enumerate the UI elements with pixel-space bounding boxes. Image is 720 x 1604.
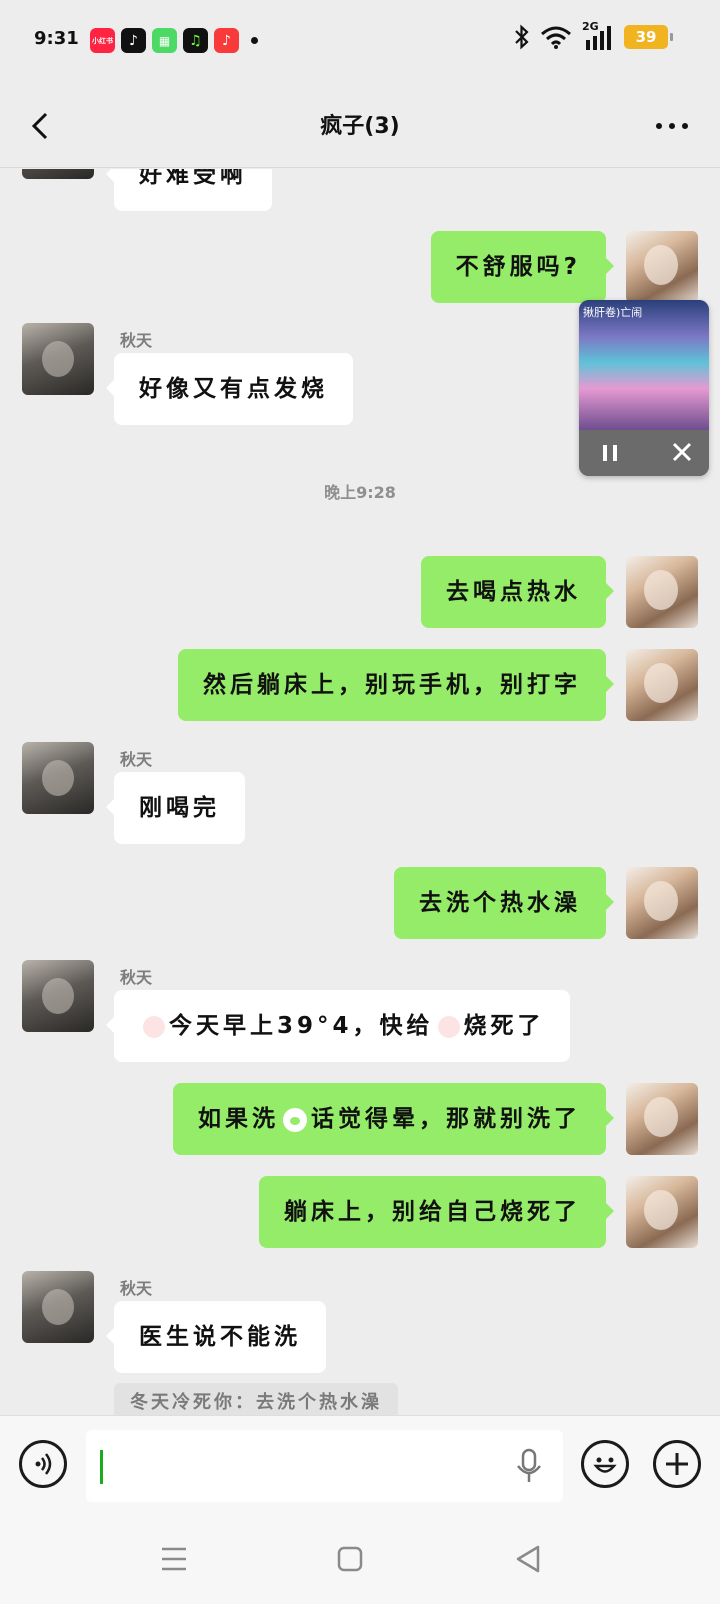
message-input-bar xyxy=(0,1415,720,1515)
tiktok-icon: ♪ xyxy=(121,28,146,53)
pause-button[interactable] xyxy=(597,440,623,466)
back-nav-button[interactable] xyxy=(508,1539,548,1579)
my-message-bubble[interactable]: 然后躺床上，别玩手机，别打字 xyxy=(178,649,614,721)
my-avatar[interactable] xyxy=(626,1083,698,1155)
notification-dot-icon xyxy=(251,37,258,44)
status-indicators: 2G 39 xyxy=(514,20,673,50)
my-message-bubble[interactable]: 去洗个热水澡 xyxy=(394,867,614,939)
message-text: 今天早上39°4，快给 xyxy=(169,1013,434,1039)
wifi-icon xyxy=(541,26,571,49)
recent-apps-button[interactable] xyxy=(154,1539,194,1579)
more-functions-button[interactable] xyxy=(653,1440,701,1488)
status-app-icons: 小红书 ♪ ▦ ♫ ♪ xyxy=(90,28,258,53)
contact-avatar[interactable] xyxy=(22,1271,94,1343)
my-avatar[interactable] xyxy=(626,649,698,721)
chat-header: 疯子(3) xyxy=(0,84,720,168)
text-caret xyxy=(100,1450,103,1484)
network-type: 2G xyxy=(582,20,614,50)
emoji-icon xyxy=(143,1015,165,1038)
my-message-bubble[interactable]: 去喝点热水 xyxy=(421,556,614,628)
microphone-button[interactable] xyxy=(512,1446,546,1486)
status-time: 9:31 xyxy=(34,28,79,49)
xiaohongshu-icon: 小红书 xyxy=(90,28,115,53)
sender-name: 秋天 xyxy=(120,968,153,987)
more-options-button[interactable] xyxy=(652,108,692,144)
floating-mini-player[interactable]: 揪肝卷)亡闹 xyxy=(579,300,709,476)
message-bubble[interactable]: 医生说不能洗 xyxy=(106,1301,326,1373)
contact-avatar[interactable] xyxy=(22,323,94,395)
message-input[interactable] xyxy=(86,1430,563,1502)
status-bar: 9:31 小红书 ♪ ▦ ♫ ♪ 2G 39 xyxy=(0,0,720,84)
pause-icon xyxy=(603,445,617,461)
emoji-icon xyxy=(437,1015,460,1038)
quoted-message[interactable]: 冬天冷死你：去洗个热水澡 xyxy=(114,1383,398,1415)
battery-indicator: 39 xyxy=(624,25,673,49)
music-note-icon: ♪ xyxy=(214,28,239,53)
signal-icon xyxy=(586,26,611,50)
close-player-button[interactable] xyxy=(669,438,695,466)
my-avatar[interactable] xyxy=(626,231,698,303)
my-message-bubble[interactable]: 如果洗 话觉得晕，那就别洗了 xyxy=(173,1083,614,1155)
system-nav-bar xyxy=(0,1515,720,1604)
bluetooth-icon xyxy=(515,24,529,50)
message-bubble[interactable]: 刚喝完 xyxy=(106,772,245,844)
back-triangle-icon xyxy=(516,1545,540,1573)
paw-emoji-icon xyxy=(283,1107,307,1132)
message-text: 烧死了 xyxy=(463,1013,545,1039)
my-avatar[interactable] xyxy=(626,867,698,939)
grid-app-icon: ▦ xyxy=(152,28,177,53)
time-separator: 晚上9:28 xyxy=(324,483,396,502)
more-dots-icon xyxy=(656,123,688,129)
my-message-bubble[interactable]: 不舒服吗? xyxy=(430,231,615,303)
contact-avatar[interactable] xyxy=(22,960,94,1032)
mini-player-controls xyxy=(579,430,709,476)
close-icon xyxy=(672,442,692,462)
emoji-button[interactable] xyxy=(581,1440,629,1488)
voice-icon xyxy=(35,1453,52,1475)
emoji-icon xyxy=(593,1457,617,1473)
plus-icon xyxy=(666,1453,688,1475)
my-avatar[interactable] xyxy=(626,556,698,628)
contact-avatar[interactable] xyxy=(22,169,94,179)
sender-name: 秋天 xyxy=(120,331,153,350)
music-app-icon: ♫ xyxy=(183,28,208,53)
mini-player-title: 揪肝卷)亡闹 xyxy=(583,306,643,319)
menu-icon xyxy=(162,1547,186,1571)
home-square-icon xyxy=(337,1546,363,1572)
message-bubble[interactable]: 今天早上39°4，快给 烧死了 xyxy=(106,990,570,1062)
chat-title: 疯子(3) xyxy=(320,114,400,139)
message-text: 如果洗 xyxy=(198,1106,279,1132)
message-text: 话觉得晕，那就别洗了 xyxy=(311,1106,581,1132)
my-avatar[interactable] xyxy=(626,1176,698,1248)
my-message-bubble[interactable]: 躺床上，别给自己烧死了 xyxy=(259,1176,614,1248)
contact-avatar[interactable] xyxy=(22,742,94,814)
sender-name: 秋天 xyxy=(120,750,153,769)
voice-mode-button[interactable] xyxy=(19,1440,67,1488)
microphone-icon xyxy=(517,1448,541,1482)
message-bubble[interactable]: 好难受啊 xyxy=(106,169,272,211)
sender-name: 秋天 xyxy=(120,1279,153,1298)
album-art[interactable]: 揪肝卷)亡闹 xyxy=(579,300,709,430)
home-button[interactable] xyxy=(330,1539,370,1579)
message-bubble[interactable]: 好像又有点发烧 xyxy=(106,353,353,425)
